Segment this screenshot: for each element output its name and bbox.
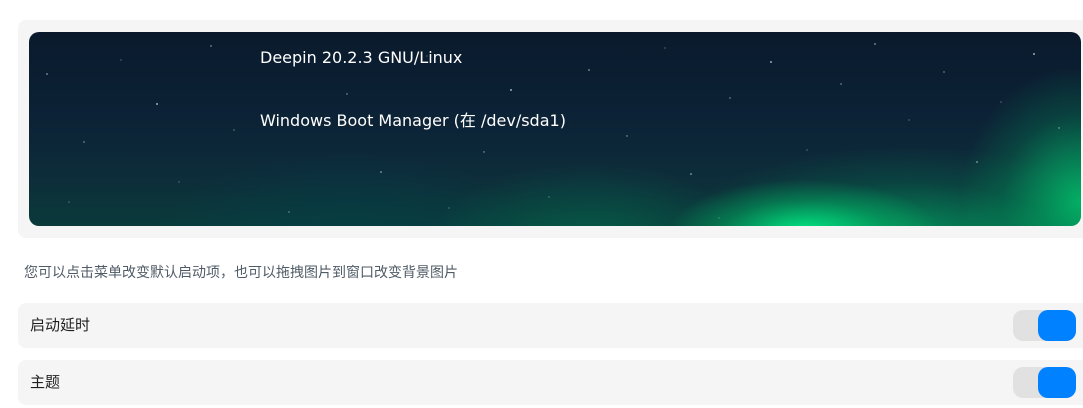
setting-row-boot-delay: 启动延时: [18, 303, 1083, 348]
theme-label: 主题: [30, 373, 61, 391]
toggle-knob: [1038, 367, 1076, 398]
boot-delay-toggle[interactable]: [1013, 310, 1076, 341]
setting-row-theme: 主题: [18, 360, 1083, 405]
boot-settings-page: Deepin 20.2.3 GNU/Linux Windows Boot Man…: [0, 0, 1083, 408]
boot-entry-deepin[interactable]: Deepin 20.2.3 GNU/Linux: [260, 48, 462, 67]
boot-menu-preview[interactable]: Deepin 20.2.3 GNU/Linux Windows Boot Man…: [29, 32, 1081, 226]
toggle-knob: [1038, 310, 1076, 341]
boot-delay-label: 启动延时: [30, 316, 91, 334]
hint-text: 您可以点击菜单改变默认启动项，也可以拖拽图片到窗口改变背景图片: [24, 265, 458, 281]
boot-entry-windows[interactable]: Windows Boot Manager (在 /dev/sda1): [260, 107, 566, 131]
theme-toggle[interactable]: [1013, 367, 1076, 398]
